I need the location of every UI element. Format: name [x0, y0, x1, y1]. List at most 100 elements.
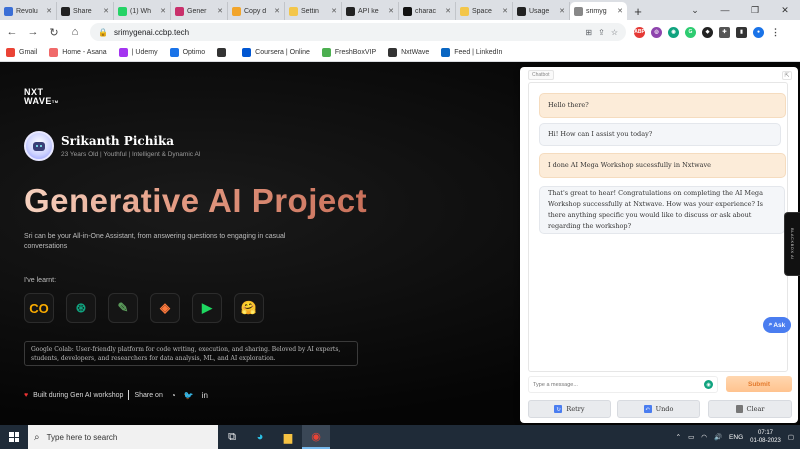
chevron-down-icon[interactable]: ⌄: [680, 0, 710, 20]
lock-icon[interactable]: 🔒: [98, 28, 108, 37]
notifications-icon[interactable]: ▢: [788, 433, 794, 441]
gradio-icon[interactable]: ✎: [108, 293, 138, 323]
bookmark-item[interactable]: | Udemy: [118, 48, 158, 57]
play-icon[interactable]: ▶: [192, 293, 222, 323]
bookmark-label: Feed | LinkedIn: [454, 49, 503, 56]
close-icon[interactable]: ✕: [445, 7, 451, 15]
edge-icon[interactable]: ◕: [246, 425, 274, 449]
chat-message-bot: Hi! How can I assist you today?: [539, 123, 781, 146]
taskbar-search[interactable]: ⌕ Type here to search: [28, 425, 218, 449]
submit-button[interactable]: Submit: [726, 376, 792, 392]
retry-icon: ↻: [554, 405, 563, 413]
browser-tab[interactable]: Gener ✕: [171, 2, 228, 20]
profile-avatar[interactable]: ●: [753, 26, 764, 38]
google-colab-icon[interactable]: CO: [24, 293, 54, 323]
chatgpt-extension-icon[interactable]: ◉: [668, 26, 679, 38]
bookmark-item[interactable]: FreshBoxVIP: [321, 48, 377, 57]
close-icon[interactable]: ✕: [46, 7, 52, 15]
chrome-icon[interactable]: ◉: [302, 425, 330, 449]
install-icon[interactable]: ⊞: [585, 28, 592, 37]
sidebar-icon[interactable]: ▮: [736, 26, 747, 38]
browser-tab[interactable]: Share ✕: [57, 2, 114, 20]
language-indicator[interactable]: ENG: [729, 434, 743, 441]
new-tab-button[interactable]: +: [627, 2, 649, 20]
bookmark-item[interactable]: Optimo: [169, 48, 205, 57]
footer-built-text: Built during Gen AI workshop: [33, 391, 124, 399]
browser-tab-active[interactable]: srimyg ✕: [570, 2, 627, 20]
wifi-icon[interactable]: ◠: [701, 433, 707, 441]
tab-favicon: [232, 6, 241, 16]
back-arrow-icon[interactable]: ←: [3, 23, 21, 41]
url-bar[interactable]: 🔒 srimygenai.ccbp.tech ⊞ ⇪ ☆: [90, 23, 626, 41]
undo-button[interactable]: ↶ Undo: [617, 400, 700, 418]
bookmark-item[interactable]: Gmail: [6, 48, 37, 57]
browser-tab-bar: Revolu ✕ Share ✕ (1) Wh ✕ Gener ✕ Copy d ✕ Se…: [0, 0, 800, 20]
browser-tab[interactable]: (1) Wh ✕: [114, 2, 171, 20]
browser-tab[interactable]: charac ✕: [399, 2, 456, 20]
whatsapp-icon[interactable]: ◔: [171, 391, 176, 400]
task-view-icon[interactable]: ⧉: [218, 425, 246, 449]
minimize-icon[interactable]: —: [710, 0, 740, 20]
langchain-icon[interactable]: ◈: [150, 293, 180, 323]
restore-icon[interactable]: ❐: [740, 0, 770, 20]
ask-button[interactable]: ⌕ Ask: [763, 317, 791, 333]
close-icon[interactable]: ✕: [331, 7, 337, 15]
close-icon[interactable]: ✕: [617, 7, 623, 15]
hugging-face-icon[interactable]: 🤗: [234, 293, 264, 323]
clock[interactable]: 07:17 01-08-2023: [750, 429, 781, 445]
file-explorer-icon[interactable]: ▆: [274, 425, 302, 449]
grammar-extension-icon[interactable]: G: [685, 26, 696, 38]
window-controls: ⌄ — ❐ ✕: [680, 0, 800, 20]
close-icon[interactable]: ✕: [274, 7, 280, 15]
ai-extension-icon[interactable]: ◆: [702, 26, 713, 38]
message-input[interactable]: [533, 381, 704, 388]
bookmark-item[interactable]: Feed | LinkedIn: [441, 48, 502, 57]
chatgpt-icon[interactable]: ◉: [704, 380, 713, 389]
close-icon[interactable]: ✕: [217, 7, 223, 15]
clear-button[interactable]: Clear: [708, 400, 792, 418]
close-window-icon[interactable]: ✕: [770, 0, 800, 20]
network-icon[interactable]: ▭: [688, 433, 694, 441]
browser-tab[interactable]: Revolu ✕: [0, 2, 57, 20]
kebab-menu-icon[interactable]: ⋮: [770, 26, 781, 38]
nxtwave-logo[interactable]: NXT WAVETM: [24, 88, 59, 106]
blackbox-side-tab[interactable]: BLACKBOX AI: [784, 212, 800, 276]
adblock-extension-icon[interactable]: ABP: [634, 26, 645, 38]
bookmark-item[interactable]: [217, 48, 230, 57]
chevron-up-icon[interactable]: ⌃: [676, 433, 681, 441]
browser-tab[interactable]: Usage ✕: [513, 2, 570, 20]
windows-logo-icon: [9, 432, 19, 442]
browser-tab[interactable]: Copy d ✕: [228, 2, 285, 20]
close-icon[interactable]: ✕: [502, 7, 508, 15]
browser-tab[interactable]: API ke ✕: [342, 2, 399, 20]
bookmark-item[interactable]: Coursera | Online: [242, 48, 310, 57]
close-icon[interactable]: ✕: [160, 7, 166, 15]
puzzle-icon[interactable]: ✚: [719, 26, 730, 38]
reload-icon[interactable]: ↻: [45, 23, 63, 41]
bookmark-star-icon[interactable]: ☆: [611, 28, 618, 37]
chat-messages[interactable]: Hello there? Hi! How can I assist you to…: [528, 82, 788, 372]
bookmark-item[interactable]: Home - Asana: [49, 48, 107, 57]
browser-tab[interactable]: Space ✕: [456, 2, 513, 20]
twitter-icon[interactable]: 🐦: [184, 391, 194, 400]
volume-icon[interactable]: 🔊: [714, 433, 722, 441]
taskbar-search-text: Type here to search: [46, 432, 118, 442]
forward-arrow-icon[interactable]: →: [24, 23, 42, 41]
tab-favicon: [4, 6, 13, 16]
home-icon[interactable]: ⌂: [66, 23, 84, 41]
retry-button[interactable]: ↻ Retry: [528, 400, 611, 418]
linkedin-icon[interactable]: in: [202, 391, 208, 400]
close-icon[interactable]: ✕: [103, 7, 109, 15]
browser-tab[interactable]: Settin ✕: [285, 2, 342, 20]
openai-icon[interactable]: ⊛: [66, 293, 96, 323]
extension-icon[interactable]: ◎: [651, 26, 662, 38]
url-text[interactable]: srimygenai.ccbp.tech: [114, 28, 189, 37]
bookmark-label: FreshBoxVIP: [334, 49, 377, 56]
share-icon[interactable]: ⇪: [598, 28, 605, 37]
bookmark-item[interactable]: NxtWave: [388, 48, 429, 57]
gmail-icon: [6, 48, 15, 57]
close-icon[interactable]: ✕: [388, 7, 394, 15]
share-icon[interactable]: ⇱: [782, 70, 792, 80]
close-icon[interactable]: ✕: [559, 7, 565, 15]
windows-start-button[interactable]: [0, 425, 28, 449]
